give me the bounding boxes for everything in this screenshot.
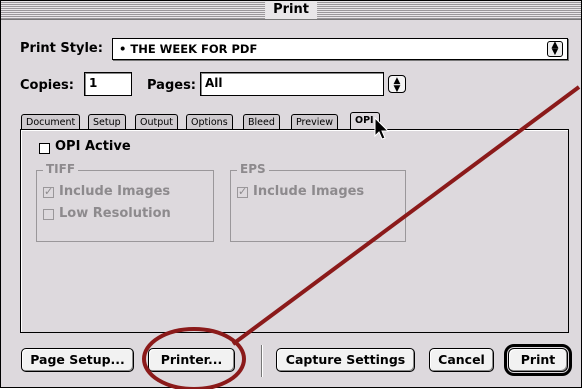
tiff-group: TIFF Include Images Low Resolution	[36, 162, 214, 242]
capture-settings-button[interactable]: Capture Settings	[276, 348, 415, 372]
tiff-include-images-label: Include Images	[59, 184, 171, 199]
title-bar[interactable]: Print	[1, 1, 581, 20]
eps-group: EPS Include Images	[230, 162, 406, 242]
tab-setup[interactable]: Setup	[88, 114, 126, 130]
pages-popup-arrows-icon[interactable]: ▲ ▼	[388, 75, 406, 94]
cancel-button[interactable]: Cancel	[429, 348, 494, 372]
tab-document[interactable]: Document	[21, 114, 81, 130]
eps-include-images-checkbox[interactable]	[237, 185, 248, 198]
tab-bleed[interactable]: Bleed	[243, 114, 280, 130]
tiff-low-resolution-label: Low Resolution	[59, 206, 171, 221]
popup-arrows-icon: ▲ ▼	[547, 41, 563, 57]
page-setup-button[interactable]: Page Setup...	[21, 348, 134, 372]
opi-active-checkbox[interactable]	[39, 143, 50, 154]
tiff-low-resolution-checkbox[interactable]	[43, 209, 54, 220]
tab-options[interactable]: Options	[186, 114, 233, 130]
copies-label: Copies:	[20, 78, 74, 93]
eps-group-title: EPS	[237, 162, 269, 176]
button-separator	[261, 345, 263, 377]
eps-include-images-label: Include Images	[253, 184, 365, 199]
tab-output[interactable]: Output	[135, 114, 178, 130]
pages-label: Pages:	[147, 78, 197, 93]
copies-field[interactable]: 1	[84, 72, 132, 96]
opi-panel: OPI Active TIFF Include Images Low Resol…	[20, 129, 569, 333]
print-button[interactable]: Print	[504, 344, 572, 376]
printer-button[interactable]: Printer...	[148, 348, 235, 372]
print-style-popup[interactable]: • THE WEEK FOR PDF ▲ ▼	[112, 38, 568, 60]
opi-active-label: OPI Active	[55, 139, 131, 154]
pages-field[interactable]: All	[200, 72, 384, 96]
print-style-label: Print Style:	[20, 41, 103, 56]
tiff-group-title: TIFF	[43, 162, 79, 176]
tab-opi[interactable]: OPI	[350, 112, 380, 130]
print-style-value: • THE WEEK FOR PDF	[119, 42, 258, 56]
tab-preview[interactable]: Preview	[291, 114, 338, 130]
print-dialog: Print Print Style: • THE WEEK FOR PDF ▲ ▼…	[0, 0, 582, 389]
tiff-include-images-checkbox[interactable]	[43, 185, 54, 198]
window-title: Print	[265, 1, 317, 19]
